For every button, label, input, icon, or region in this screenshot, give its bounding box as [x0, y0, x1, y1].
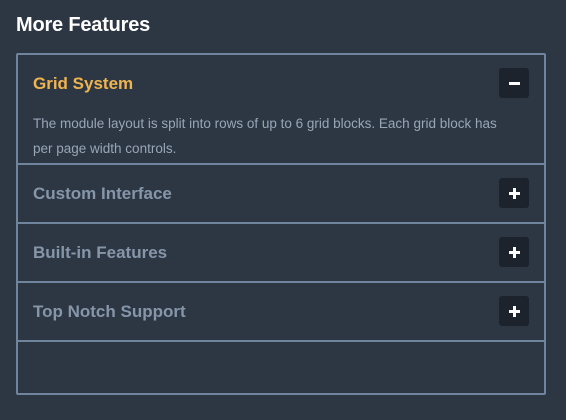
section-title: More Features	[16, 14, 151, 36]
accordion-item-custom-interface[interactable]: Custom Interface	[18, 165, 544, 224]
accordion-header[interactable]: Top Notch Support	[18, 283, 544, 340]
minus-icon	[508, 81, 520, 85]
accordion-title: Built-in Features	[33, 243, 168, 262]
expand-button[interactable]	[499, 296, 529, 326]
accordion-item-built-in-features[interactable]: Built-in Features	[18, 224, 544, 283]
accordion-title: Custom Interface	[33, 184, 172, 203]
accordion-body-text: The module layout is split into rows of …	[33, 116, 497, 156]
plus-icon	[508, 187, 520, 199]
accordion-body: The module layout is split into rows of …	[18, 111, 544, 163]
accordion-title: Top Notch Support	[33, 302, 186, 321]
accordion-item-grid-system[interactable]: Grid System The module layout is split i…	[18, 55, 544, 165]
accordion-title: Grid System	[33, 74, 134, 93]
accordion-empty-area	[18, 342, 544, 389]
plus-icon	[508, 305, 520, 317]
collapse-button[interactable]	[499, 68, 529, 98]
expand-button[interactable]	[499, 178, 529, 208]
accordion-header[interactable]: Built-in Features	[18, 224, 544, 281]
features-accordion: Grid System The module layout is split i…	[16, 53, 546, 395]
accordion-header[interactable]: Custom Interface	[18, 165, 544, 222]
expand-button[interactable]	[499, 237, 529, 267]
plus-icon	[508, 246, 520, 258]
accordion-header[interactable]: Grid System	[18, 55, 544, 111]
accordion-item-top-notch-support[interactable]: Top Notch Support	[18, 283, 544, 342]
